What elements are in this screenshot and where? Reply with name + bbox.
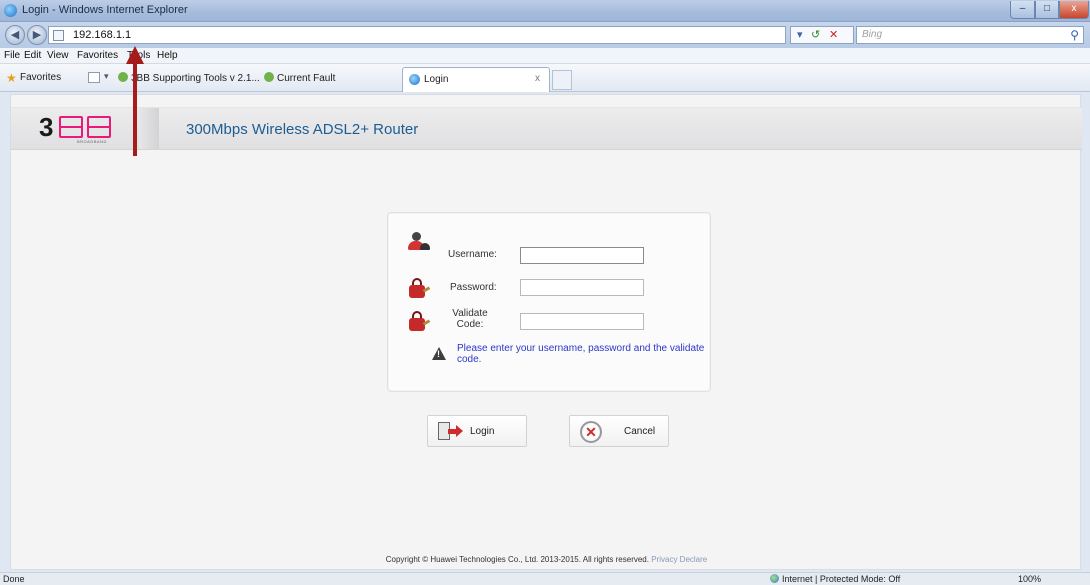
window-title-bar: Login - Windows Internet Explorer – □ x — [0, 0, 1090, 22]
close-window-button[interactable]: x — [1059, 1, 1089, 19]
favorite-link-icon — [264, 72, 274, 82]
login-door-icon — [438, 421, 463, 443]
menu-view[interactable]: View — [47, 50, 69, 61]
status-text: Done — [3, 574, 25, 584]
browser-tab-login[interactable]: Login x — [402, 67, 550, 92]
menu-help[interactable]: Help — [157, 50, 178, 61]
username-label: Username: — [448, 249, 497, 260]
tab-page-icon — [409, 74, 420, 85]
login-button-label: Login — [470, 426, 495, 437]
logo-subtext: BROADBAND — [77, 139, 107, 144]
favorites-dropdown-icon[interactable]: ▾ — [104, 71, 109, 82]
copyright-text: Copyright © Huawei Technologies Co., Ltd… — [385, 555, 649, 564]
dropdown-icon[interactable]: ▾ — [797, 28, 803, 41]
copyright-footer: Copyright © Huawei Technologies Co., Ltd… — [11, 555, 1082, 564]
login-panel: Username: Password: Validate Code: Pleas… — [387, 212, 711, 392]
navigation-bar: ◀ ▶ 192.168.1.1 ▾ ↺ ✕ Bing ⚲ — [0, 22, 1090, 48]
validate-code-lock-icon — [408, 311, 431, 331]
privacy-declare-link[interactable]: Privacy Declare — [651, 555, 707, 564]
router-title: 300Mbps Wireless ADSL2+ Router — [186, 121, 419, 138]
suggested-sites-icon[interactable] — [88, 72, 100, 83]
favorites-bar: ★ Favorites ▾ 3BB Supporting Tools v 2.1… — [0, 64, 1090, 92]
security-zone-label: Internet | Protected Mode: Off — [782, 574, 901, 584]
tab-title: Login — [424, 74, 449, 85]
globe-icon — [770, 574, 779, 583]
cancel-x-icon: ✕ — [580, 421, 602, 443]
header-separator — [139, 108, 159, 149]
password-label: Password: — [450, 282, 497, 293]
tab-close-icon[interactable]: x — [535, 73, 540, 84]
status-bar: Done Internet | Protected Mode: Off 100% — [0, 572, 1090, 585]
back-button[interactable]: ◀ — [5, 25, 25, 45]
validate-code-label: Validate Code: — [452, 308, 488, 330]
page-header: 3 BROADBAND 300Mbps Wireless ADSL2+ Rout… — [11, 107, 1082, 150]
minimize-button[interactable]: – — [1010, 1, 1035, 19]
3bb-logo: 3 BROADBAND — [11, 108, 139, 149]
menu-edit[interactable]: Edit — [24, 50, 41, 61]
logo-bb-mark — [59, 116, 115, 138]
username-input[interactable] — [520, 247, 644, 264]
internet-explorer-icon — [4, 4, 17, 17]
maximize-button[interactable]: □ — [1035, 1, 1059, 19]
user-icon — [408, 232, 430, 252]
cancel-button-label: Cancel — [624, 426, 656, 437]
menu-file[interactable]: File — [4, 50, 20, 61]
zoom-level[interactable]: 100% — [1018, 574, 1041, 584]
page-icon — [53, 30, 64, 41]
search-box[interactable]: Bing ⚲ — [856, 26, 1084, 44]
favorites-button[interactable]: Favorites — [20, 72, 61, 83]
menu-bar: File Edit View Favorites Tools Help — [0, 48, 1090, 64]
security-zone[interactable]: Internet | Protected Mode: Off — [770, 574, 900, 584]
router-login-page: 3 BROADBAND 300Mbps Wireless ADSL2+ Rout… — [10, 94, 1082, 570]
forward-button[interactable]: ▶ — [27, 25, 47, 45]
address-tools: ▾ ↺ ✕ — [790, 26, 854, 44]
favorite-link-current-fault[interactable]: Current Fault — [264, 72, 335, 84]
favorite-link-3bb-tools[interactable]: 3BB Supporting Tools v 2.1... — [118, 72, 260, 84]
favorite-link-label: 3BB Supporting Tools v 2.1... — [131, 73, 260, 84]
refresh-icon[interactable]: ↺ — [811, 28, 820, 41]
warning-icon — [432, 347, 446, 360]
login-hint: Please enter your username, password and… — [457, 343, 705, 365]
favorites-star-icon[interactable]: ★ — [6, 71, 17, 85]
cancel-button[interactable]: ✕ Cancel — [569, 415, 669, 447]
menu-favorites[interactable]: Favorites — [77, 50, 118, 61]
password-input[interactable] — [520, 279, 644, 296]
logo-digit: 3 — [39, 112, 54, 142]
validate-code-input[interactable] — [520, 313, 644, 330]
favorite-link-label: Current Fault — [277, 73, 336, 84]
magnifier-icon[interactable]: ⚲ — [1070, 28, 1079, 42]
login-button[interactable]: Login — [427, 415, 527, 447]
search-engine-name: Bing — [862, 29, 883, 40]
address-bar[interactable]: 192.168.1.1 — [48, 26, 786, 44]
annotation-arrow-shaft — [133, 56, 137, 156]
stop-icon[interactable]: ✕ — [829, 28, 838, 41]
address-url[interactable]: 192.168.1.1 — [73, 29, 131, 41]
new-tab-button[interactable] — [552, 70, 572, 90]
window-title: Login - Windows Internet Explorer — [22, 4, 188, 16]
password-lock-icon — [408, 278, 431, 298]
favorite-link-icon — [118, 72, 128, 82]
